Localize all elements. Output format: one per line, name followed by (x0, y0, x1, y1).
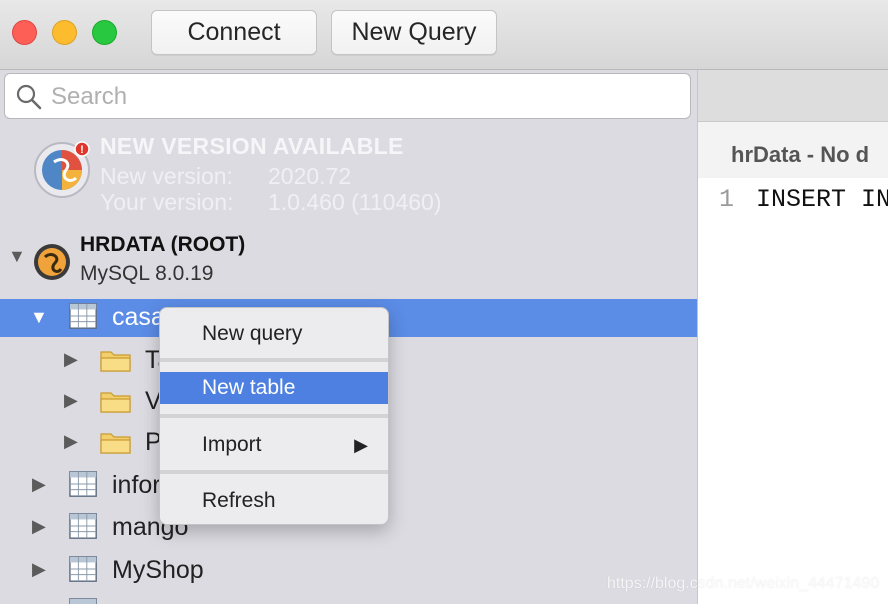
close-window-button[interactable] (12, 20, 37, 45)
disclosure-expanded-icon[interactable]: ▼ (30, 307, 48, 328)
disclosure-expanded-icon[interactable]: ▼ (8, 246, 26, 267)
disclosure-collapsed-icon[interactable]: ▶ (32, 600, 46, 604)
connect-button[interactable]: Connect (151, 10, 317, 55)
server-version: MySQL 8.0.19 (80, 262, 214, 285)
disclosure-collapsed-icon[interactable]: ▶ (32, 559, 46, 580)
server-node[interactable]: ▼ HRDATA (ROOT) MySQL 8.0.19 (0, 230, 697, 295)
database-icon (69, 598, 97, 604)
zoom-window-button[interactable] (92, 20, 117, 45)
disclosure-collapsed-icon[interactable]: ▶ (32, 516, 46, 537)
database-label: casa (112, 303, 165, 331)
disclosure-collapsed-icon[interactable]: ▶ (32, 474, 46, 495)
update-banner[interactable]: ! NEW VERSION AVAILABLE New version: 202… (0, 125, 697, 225)
folder-icon (100, 433, 131, 454)
your-version-label: Your version: (100, 189, 234, 215)
watermark-text: https://blog.csdn.net/weixin_44471490 (607, 575, 880, 592)
svg-text:!: ! (80, 144, 84, 156)
your-version-value: 1.0.460 (110460) (268, 189, 442, 215)
editor-breadcrumb: hrData - No d (698, 122, 888, 178)
server-name: HRDATA (ROOT) (80, 233, 246, 256)
search-input[interactable] (51, 81, 651, 113)
your-version-row: Your version: 1.0.460 (110460) (100, 189, 442, 216)
new-version-value: 2020.72 (268, 163, 352, 189)
update-title: NEW VERSION AVAILABLE (100, 133, 404, 159)
connection-status-label: hrData - No d (731, 142, 870, 167)
server-icon (34, 244, 70, 280)
menu-separator (160, 470, 388, 474)
menu-item-refresh[interactable]: Refresh (160, 485, 388, 517)
disclosure-collapsed-icon[interactable]: ▶ (64, 349, 78, 370)
database-icon (69, 471, 97, 497)
menu-item-new-table[interactable]: New table (160, 372, 388, 404)
editor-tab-bar (698, 70, 888, 122)
new-version-row: New version: 2020.72 (100, 163, 351, 190)
disclosure-collapsed-icon[interactable]: ▶ (64, 390, 78, 411)
context-menu: New query New table Import ▶ Refresh (159, 307, 389, 525)
database-label: infor (112, 471, 161, 499)
minimize-window-button[interactable] (52, 20, 77, 45)
menu-item-import[interactable]: Import ▶ (160, 429, 388, 461)
search-icon (16, 84, 42, 110)
submenu-arrow-icon: ▶ (354, 434, 368, 455)
search-field[interactable] (4, 73, 691, 119)
database-item-myshop[interactable]: ▶ MyShop (0, 552, 697, 590)
database-icon (69, 303, 97, 329)
menu-item-new-query[interactable]: New query (160, 318, 388, 350)
window-toolbar: Connect New Query (0, 0, 888, 70)
database-icon (69, 556, 97, 582)
folder-icon (100, 392, 131, 413)
menu-separator (160, 414, 388, 418)
database-label: MyShop (112, 556, 204, 584)
menu-item-import-label: Import (202, 433, 262, 456)
query-editor-pane: hrData - No d 1 INSERT IN (697, 70, 888, 604)
database-item-partial[interactable]: ▶ (0, 594, 697, 604)
disclosure-collapsed-icon[interactable]: ▶ (64, 431, 78, 452)
new-version-label: New version: (100, 163, 233, 189)
database-icon (69, 513, 97, 539)
sql-code-line[interactable]: INSERT IN (756, 185, 888, 214)
line-number: 1 (719, 185, 735, 214)
new-query-button[interactable]: New Query (331, 10, 497, 55)
app-update-icon: ! (34, 141, 90, 198)
menu-separator (160, 358, 388, 362)
folder-icon (100, 351, 131, 372)
